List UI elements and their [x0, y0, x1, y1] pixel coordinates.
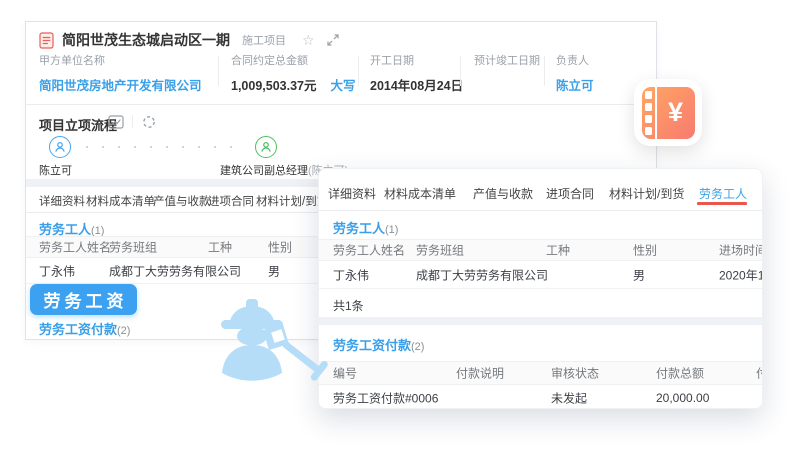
- worker-name-link[interactable]: 丁永伟: [39, 262, 75, 279]
- field-contract-amount: 合同约定总金额 1,009,503.37元 大写: [231, 52, 356, 94]
- field-expected-finish-date: 预计竣工日期: [474, 52, 540, 75]
- col-crew: 劳务班组: [416, 242, 464, 259]
- panel-worker-table-header: 劳务工人姓名 劳务班组 工种 性别 进场时间: [319, 239, 762, 261]
- yuan-icon: ¥: [642, 87, 695, 139]
- field-owner: 甲方单位名称 简阳世茂房地产开发有限公司: [39, 52, 202, 94]
- field-divider: [460, 56, 461, 86]
- col-gender: 性别: [268, 239, 292, 256]
- payment-table-header: 编号 付款说明 审核状态 付款总额 付: [319, 361, 762, 385]
- panel-worker-table-row[interactable]: 丁永伟 成都丁大劳劳务有限公司 男 2020年10月: [319, 261, 762, 289]
- worker-total-count: 共1条: [333, 297, 364, 314]
- col-review-status: 审核状态: [551, 365, 599, 382]
- field-manager: 负责人 陈立可: [556, 52, 594, 94]
- col-worker-name: 劳务工人姓名: [39, 239, 111, 256]
- field-divider: [544, 56, 545, 86]
- payment-table-row[interactable]: 劳务工资付款#0006 未发起 20,000.00: [319, 385, 762, 409]
- panel-tab-material-plan[interactable]: 材料计划/到货: [609, 185, 684, 202]
- labor-panel: 详细资料 材料成本清单 产值与收款 进项合同 材料计划/到货 劳务工人 劳务工人…: [318, 168, 763, 409]
- window-titlebar: 简阳世茂生态城启动区一期 施工项目 ☆: [39, 30, 339, 50]
- project-type-label: 施工项目: [242, 32, 286, 48]
- start-date-value: 2014年08月24日: [370, 75, 463, 94]
- col-trade: 工种: [208, 239, 232, 256]
- payment-id-link[interactable]: 劳务工资付款#0006: [333, 390, 438, 407]
- process-step-avatar-icon: [255, 136, 277, 158]
- payment-section-title: 劳务工资付款(2): [39, 319, 130, 338]
- section-divider: [26, 104, 656, 105]
- field-divider: [358, 56, 359, 86]
- field-label: 预计竣工日期: [474, 52, 540, 68]
- expand-icon[interactable]: [327, 34, 339, 46]
- col-clipped: 付: [756, 365, 763, 382]
- star-icon[interactable]: ☆: [302, 33, 315, 47]
- panel-tabs-divider: [319, 210, 762, 211]
- process-step-name: 陈立可: [39, 162, 72, 178]
- field-label: 甲方单位名称: [39, 52, 202, 68]
- tab-output-receipts[interactable]: 产值与收款: [153, 193, 211, 209]
- process-step-avatar-icon: [49, 136, 71, 158]
- process-section-title: 项目立项流程: [39, 115, 117, 134]
- gender-cell: 男: [268, 262, 280, 279]
- panel-tab-detail[interactable]: 详细资料: [328, 185, 376, 202]
- col-payment-note: 付款说明: [456, 365, 504, 382]
- field-divider: [218, 56, 219, 86]
- panel-tab-material-cost[interactable]: 材料成本清单: [384, 185, 456, 202]
- crew-company-link[interactable]: 成都丁大劳劳务有限公司: [109, 262, 241, 279]
- col-worker-name: 劳务工人姓名: [333, 242, 405, 259]
- gender-cell: 男: [633, 266, 645, 283]
- col-entry-date: 进场时间: [719, 242, 763, 259]
- owner-company-link[interactable]: 简阳世茂房地产开发有限公司: [39, 75, 202, 94]
- process-connector: [86, 146, 246, 148]
- project-title: 简阳世茂生态城启动区一期: [62, 30, 230, 50]
- panel-payment-section-title: 劳务工资付款(2): [333, 335, 424, 354]
- field-label: 开工日期: [370, 52, 463, 68]
- refresh-icon[interactable]: [142, 115, 156, 134]
- field-label: 合同约定总金额: [231, 52, 356, 68]
- panel-section-separator: [319, 317, 762, 325]
- col-payment-id: 编号: [333, 365, 357, 382]
- labor-wage-badge: 劳务工资: [30, 284, 137, 315]
- yuan-icon-card: ¥: [634, 79, 702, 146]
- flowchart-icon[interactable]: [108, 115, 124, 134]
- amount-in-words-link[interactable]: 大写: [331, 75, 356, 94]
- panel-tab-output-receipts[interactable]: 产值与收款: [473, 185, 533, 202]
- contract-amount-value: 1,009,503.37元: [231, 75, 317, 94]
- tab-material-cost[interactable]: 材料成本清单: [86, 193, 155, 209]
- manager-link[interactable]: 陈立可: [556, 75, 594, 94]
- icon-divider: [132, 115, 133, 128]
- panel-tab-incoming-contracts[interactable]: 进项合同: [546, 185, 594, 202]
- tab-incoming-contracts[interactable]: 进项合同: [208, 193, 254, 209]
- yuan-symbol: ¥: [657, 87, 695, 139]
- panel-tab-labor-workers[interactable]: 劳务工人: [699, 185, 747, 202]
- col-gender: 性别: [633, 242, 657, 259]
- entry-date-cell: 2020年10月: [719, 266, 763, 283]
- worker-name-link[interactable]: 丁永伟: [333, 266, 369, 283]
- crew-company-link[interactable]: 成都丁大劳劳务有限公司: [416, 266, 548, 283]
- col-crew: 劳务班组: [109, 239, 157, 256]
- document-icon: [39, 32, 54, 49]
- col-payment-total: 付款总额: [656, 365, 704, 382]
- col-trade: 工种: [546, 242, 570, 259]
- field-start-date: 开工日期 2014年08月24日: [370, 52, 463, 94]
- screenshot-stage: 简阳世茂生态城启动区一期 施工项目 ☆ 甲方单位名称 简阳世茂房地产开发有限公司…: [0, 0, 792, 459]
- payment-total-cell: 20,000.00: [656, 391, 709, 405]
- review-status-cell: 未发起: [551, 390, 587, 407]
- panel-worker-section-title: 劳务工人(1): [333, 218, 398, 237]
- tab-detail[interactable]: 详细资料: [39, 193, 85, 209]
- active-tab-underline: [697, 202, 747, 205]
- field-label: 负责人: [556, 52, 594, 68]
